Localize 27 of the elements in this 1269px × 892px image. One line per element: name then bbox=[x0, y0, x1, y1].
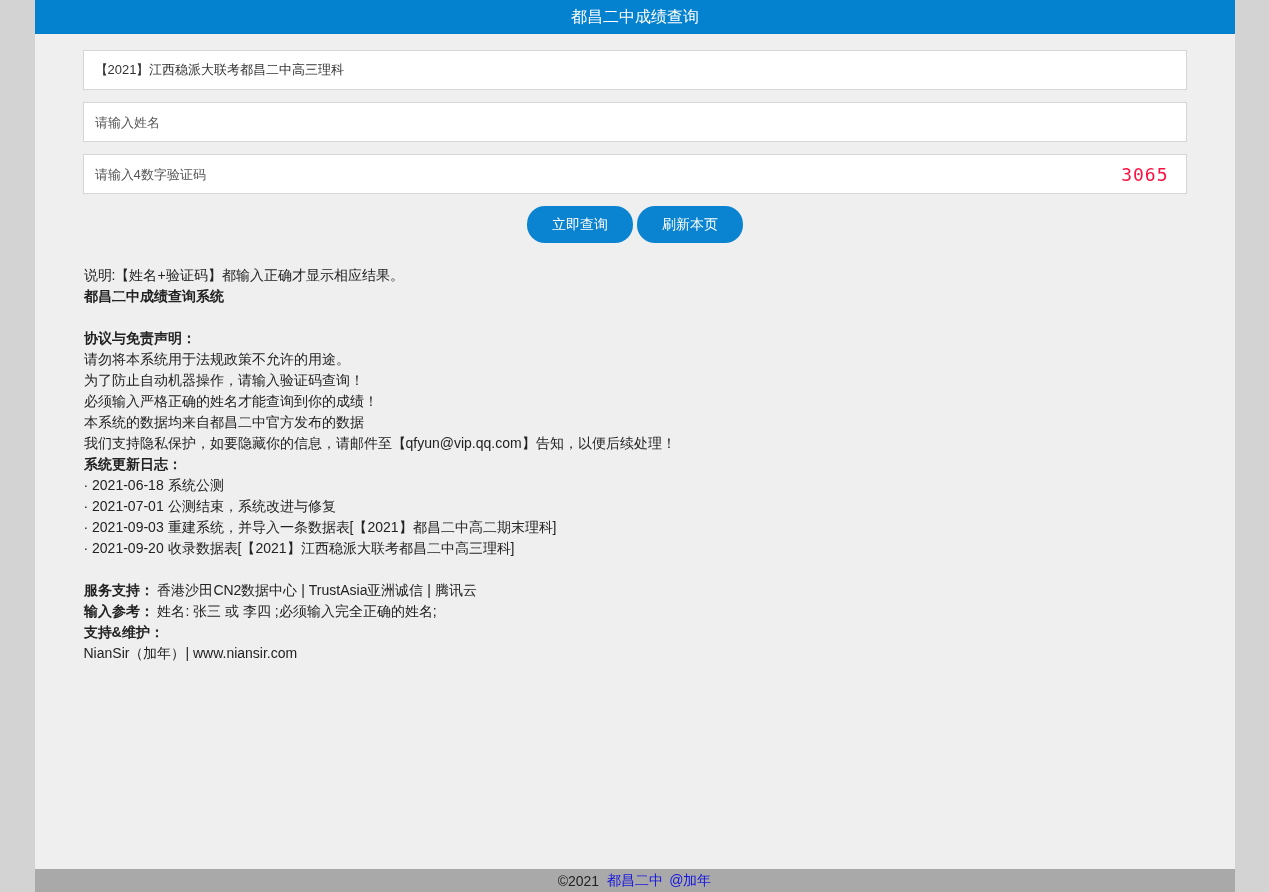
info-text: · 2021-06-18 系统公测 bbox=[83, 476, 224, 495]
info-text: 本系统的数据均来自都昌二中官方发布的数据 bbox=[83, 413, 364, 432]
info-text: 姓名: 张三 或 李四 ;必须输入完全正确的姓名; bbox=[157, 603, 437, 619]
info-text: 为了防止自动机器操作，请输入验证码查询！ bbox=[83, 371, 364, 390]
info-text: 香港沙田CN2数据中心 | TrustAsia亚洲诚信 | 腾讯云 bbox=[157, 582, 477, 598]
info-text: 请勿将本系统用于法规政策不允许的用途。 bbox=[83, 350, 350, 369]
info-text: · 2021-09-20 收录数据表[【2021】江西稳派大联考都昌二中高三理科] bbox=[83, 539, 515, 558]
section-heading: 系统更新日志： bbox=[83, 455, 182, 474]
action-button[interactable]: 刷新本页 bbox=[636, 206, 743, 243]
copyright-text: ©2021 bbox=[557, 872, 600, 889]
info-label: 服务支持： bbox=[83, 582, 154, 598]
info-text: 必须输入严格正确的姓名才能查询到你的成绩！ bbox=[83, 392, 378, 411]
exam-select[interactable]: 【2021】江西稳派大联考都昌二中高三理科 bbox=[82, 50, 1187, 90]
info-text: · 2021-09-03 重建系统，并导入一条数据表[【2021】都昌二中高二期末理科] bbox=[83, 518, 557, 537]
instruction-text: 说明:【姓名+验证码】都输入正确才显示相应结果。 bbox=[83, 266, 404, 285]
section-heading: 都昌二中成绩查询系统 bbox=[83, 287, 224, 306]
footer-link[interactable]: @加年 bbox=[669, 871, 712, 890]
info-label: 输入参考： bbox=[83, 603, 154, 619]
page-title: 都昌二中成绩查询 bbox=[570, 6, 699, 27]
section-heading: 协议与免责声明： bbox=[83, 329, 196, 348]
section-heading: 支持&维护： bbox=[83, 623, 164, 642]
footer-link[interactable]: 都昌二中 bbox=[607, 871, 664, 890]
info-text: · 2021-07-01 公测结束，系统改进与修复 bbox=[83, 497, 336, 516]
action-button[interactable]: 立即查询 bbox=[526, 206, 633, 243]
info-text: 我们支持隐私保护，如要隐藏你的信息，请邮件至【qfyun@vip.qq.com】告知，以便后续处理！ bbox=[83, 434, 676, 453]
name-input[interactable]: 请输入姓名 bbox=[82, 102, 1187, 142]
info-text: NianSir（加年）| www.niansir.com bbox=[83, 644, 298, 663]
